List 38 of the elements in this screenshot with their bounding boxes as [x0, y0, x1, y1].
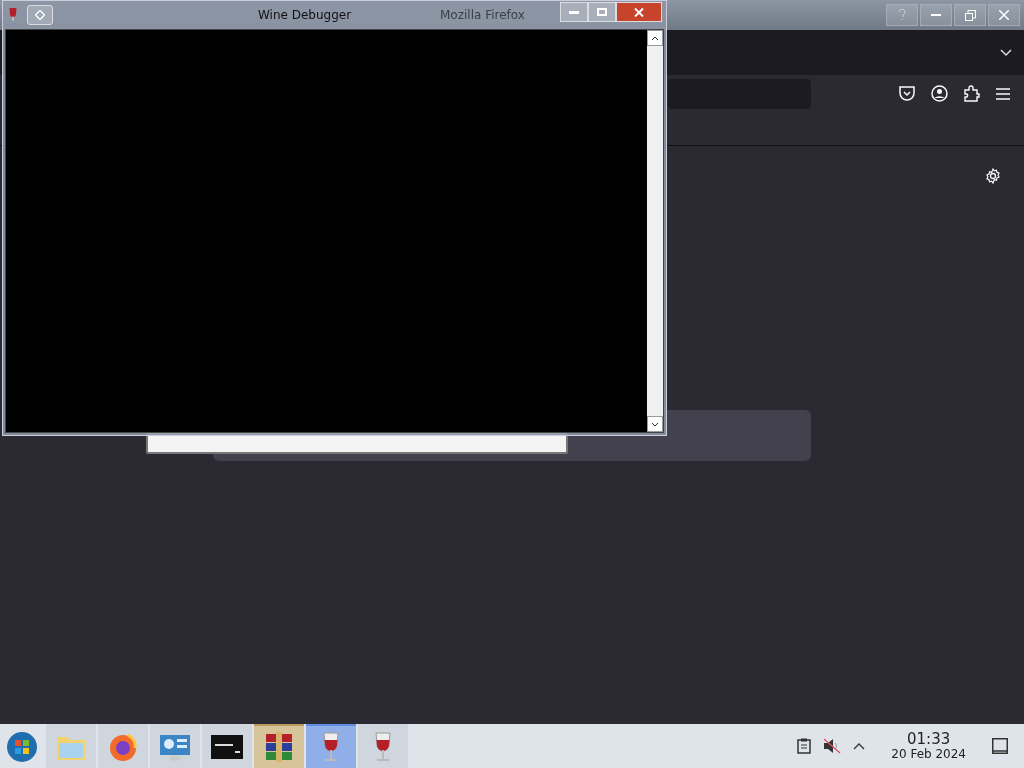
wine-glass-icon — [321, 731, 341, 763]
muted-speaker-icon[interactable] — [823, 738, 842, 754]
settings-icon[interactable] — [985, 168, 1001, 184]
scrollbar[interactable] — [647, 30, 663, 432]
archive-books-icon — [263, 731, 295, 763]
menu-icon[interactable] — [996, 87, 1010, 100]
question-mark-icon — [898, 9, 906, 21]
terminal-icon — [211, 735, 243, 759]
taskbar-app-button[interactable] — [202, 724, 252, 768]
start-orb-icon — [6, 731, 38, 763]
wine-glass-icon — [373, 731, 393, 763]
minimize-button[interactable] — [920, 4, 952, 26]
close-button[interactable] — [616, 2, 662, 22]
show-desktop-icon[interactable] — [992, 738, 1008, 754]
window-title: Mozilla Firefox — [440, 8, 525, 22]
close-icon — [634, 7, 644, 17]
minimize-icon — [931, 14, 941, 16]
pocket-icon[interactable] — [899, 86, 915, 101]
maximize-icon — [597, 8, 607, 16]
browser-icon — [108, 732, 138, 762]
close-icon — [999, 10, 1009, 20]
restore-icon — [964, 9, 976, 21]
clipboard-icon[interactable] — [797, 738, 812, 754]
chevron-down-icon[interactable] — [651, 421, 659, 427]
diamond-icon — [35, 10, 45, 20]
clock-date: 20 Feb 2024 — [891, 747, 966, 761]
minimize-icon — [569, 10, 579, 14]
restore-button[interactable] — [954, 4, 986, 26]
chevron-up-icon[interactable] — [651, 35, 659, 41]
window-title: Wine Debugger — [258, 8, 352, 22]
chevron-up-icon[interactable] — [853, 742, 866, 750]
puzzle-piece-icon[interactable] — [964, 85, 980, 102]
clock[interactable]: 01:33 20 Feb 2024 — [891, 731, 966, 761]
clock-time: 01:33 — [907, 731, 951, 747]
close-button[interactable] — [988, 4, 1020, 26]
wine-glass-icon — [7, 7, 19, 23]
system-settings-icon — [159, 733, 191, 761]
account-icon[interactable] — [931, 85, 948, 102]
